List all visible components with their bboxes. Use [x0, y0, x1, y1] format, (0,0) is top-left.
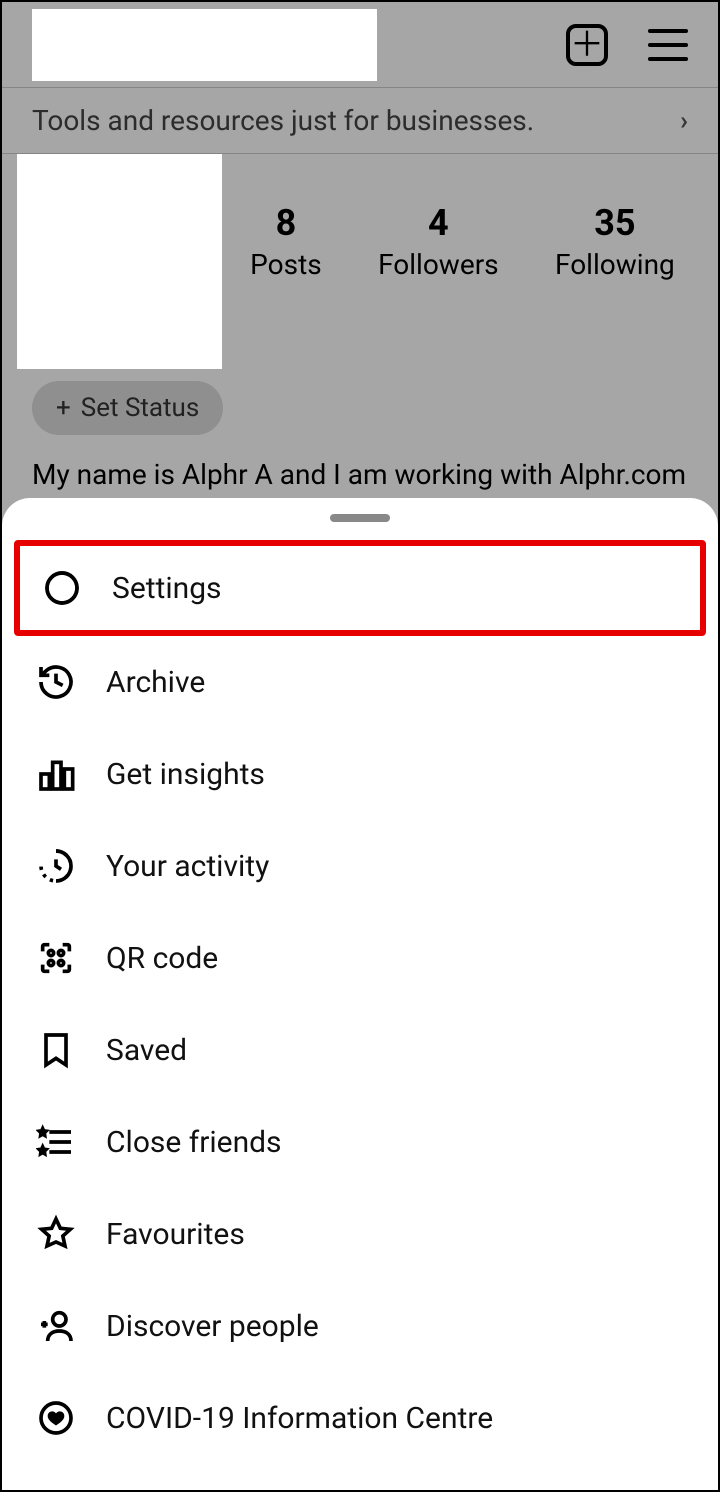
stat-following[interactable]: 35 Following: [555, 202, 675, 281]
sheet-grabber[interactable]: [330, 514, 390, 522]
set-status-label: Set Status: [81, 393, 200, 423]
profile-picture[interactable]: [17, 154, 222, 369]
following-count: 35: [555, 202, 675, 244]
posts-label: Posts: [250, 248, 322, 281]
menu-item-covid[interactable]: COVID-19 Information Centre: [2, 1372, 718, 1464]
menu-label: Saved: [106, 1033, 187, 1068]
username-block[interactable]: [32, 9, 377, 81]
menu-item-insights[interactable]: Get insights: [2, 728, 718, 820]
menu-button[interactable]: [648, 29, 688, 61]
menu-item-close-friends[interactable]: Close friends: [2, 1096, 718, 1188]
menu-label: COVID-19 Information Centre: [106, 1401, 493, 1436]
stat-followers[interactable]: 4 Followers: [378, 202, 499, 281]
menu-label: Close friends: [106, 1125, 282, 1160]
gear-icon: [42, 568, 82, 608]
plus-icon: ＋: [570, 28, 604, 62]
plus-icon: +: [56, 393, 71, 423]
qr-code-icon: [36, 938, 76, 978]
menu-item-archive[interactable]: Archive: [2, 636, 718, 728]
business-tools-banner[interactable]: Tools and resources just for businesses.…: [2, 87, 718, 154]
create-post-button[interactable]: ＋: [566, 24, 608, 66]
menu-label: Settings: [112, 571, 222, 606]
star-icon: [36, 1214, 76, 1254]
menu-item-settings[interactable]: Settings: [14, 540, 706, 636]
banner-text: Tools and resources just for businesses.: [32, 104, 534, 137]
menu-item-discover[interactable]: Discover people: [2, 1280, 718, 1372]
following-label: Following: [555, 248, 675, 281]
activity-clock-icon: [36, 846, 76, 886]
heart-circle-icon: [36, 1398, 76, 1438]
chevron-right-icon: ›: [680, 106, 688, 136]
menu-item-saved[interactable]: Saved: [2, 1004, 718, 1096]
discover-people-icon: [36, 1306, 76, 1346]
posts-count: 8: [250, 202, 322, 244]
set-status-button[interactable]: + Set Status: [32, 381, 223, 435]
menu-label: QR code: [106, 941, 218, 976]
bar-chart-icon: [36, 754, 76, 794]
menu-bottom-sheet: Settings Archive Get insights Your activ…: [2, 498, 718, 1490]
followers-label: Followers: [378, 248, 499, 281]
menu-item-activity[interactable]: Your activity: [2, 820, 718, 912]
followers-count: 4: [378, 202, 499, 244]
menu-item-qr[interactable]: QR code: [2, 912, 718, 1004]
menu-label: Your activity: [106, 849, 269, 884]
menu-item-favourites[interactable]: Favourites: [2, 1188, 718, 1280]
menu-label: Favourites: [106, 1217, 245, 1252]
menu-label: Get insights: [106, 757, 265, 792]
stat-posts[interactable]: 8 Posts: [250, 202, 322, 281]
menu-label: Discover people: [106, 1309, 319, 1344]
bookmark-icon: [36, 1030, 76, 1070]
close-friends-icon: [36, 1122, 76, 1162]
menu-label: Archive: [106, 665, 205, 700]
history-icon: [36, 662, 76, 702]
